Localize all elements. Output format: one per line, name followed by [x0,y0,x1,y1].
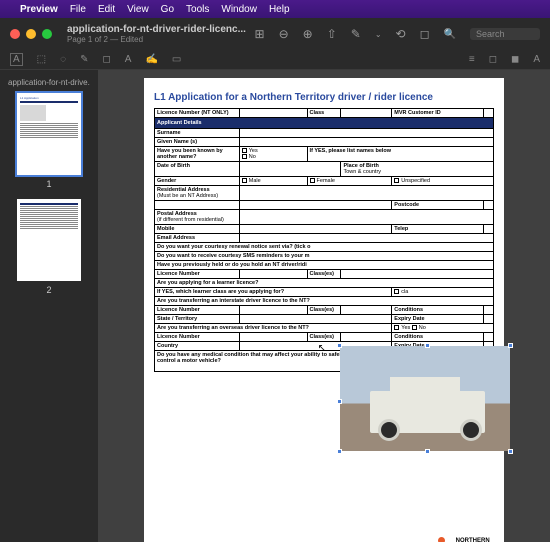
field-class: Class [307,109,341,118]
field-given-name: Given Name (s) [155,138,240,147]
field-gender: Gender [155,177,240,186]
close-button[interactable] [10,29,20,39]
q-interstate: Are you transferring an interstate drive… [155,297,494,306]
pdf-page: L1 Application for a Northern Territory … [144,78,504,542]
menu-tools[interactable]: Tools [186,4,209,15]
shapes-tool-icon[interactable]: ◻ [102,54,110,65]
pen-tool-icon[interactable]: ✎ [80,54,88,65]
menu-help[interactable]: Help [269,4,290,15]
sidebar-tab[interactable]: application-for-nt-drive... [8,78,90,87]
field-licence-number-2: Licence Number [155,270,240,279]
document-viewport[interactable]: L1 Application for a Northern Territory … [98,70,550,542]
view-icon[interactable]: ⊞ [255,27,265,41]
field-telephone: Telep [392,225,484,234]
crop-icon[interactable]: ◻ [420,27,430,41]
field-post-addr: Postal Address(if different from residen… [155,210,240,225]
pasted-car-image[interactable] [340,346,510,451]
section-applicant-details: Applicant Details [155,118,494,129]
window-subtitle: Page 1 of 2 — Edited [67,35,255,44]
field-res-addr: Residential Address(Must be an NT Addres… [155,186,240,201]
q-learner: Are you applying for a learner licence? [155,279,494,288]
stroke-color-icon[interactable]: ◻ [489,54,497,65]
window-title: application-for-nt-driver-rider-licenc..… [67,24,255,35]
thumbnail-page-2[interactable] [17,199,81,281]
search-icon: 🔍 [444,29,456,40]
field-licence-number: Licence Number (NT ONLY) [155,109,240,118]
field-expiry: Expiry Date [392,315,484,324]
menubar: Preview File Edit View Go Tools Window H… [0,0,550,18]
cursor-icon: ↖ [318,343,326,354]
search-input[interactable]: Search [470,28,540,40]
zoom-out-icon[interactable]: ⊖ [279,27,289,41]
field-known-by: Have you been known by another name? [155,147,240,162]
field-email: Email Address [155,234,240,243]
q-learner-class: If YES, which learner class are you appl… [155,288,392,297]
field-mvr: MVR Customer ID [392,109,484,118]
menu-window[interactable]: Window [221,4,257,15]
traffic-lights [10,29,52,39]
field-conditions: Conditions [392,306,484,315]
menu-view[interactable]: View [127,4,149,15]
line-weight-icon[interactable]: ≡ [469,54,475,65]
field-state: State / Territory [155,315,240,324]
titlebar: application-for-nt-driver-rider-licenc..… [0,18,550,50]
q-sms: Do you want to receive courtesy SMS remi… [155,252,494,261]
flower-icon [432,537,452,542]
q-renewal-notice: Do you want your courtesy renewal notice… [155,243,494,252]
rotate-icon[interactable]: ⟲ [396,27,406,41]
chevron-down-icon[interactable]: ⌄ [375,30,382,39]
field-if-yes: If YES, please list names below [307,147,493,162]
nt-gov-logo: NORTHERNTERRITORYGOVERNMENT [432,537,490,542]
markup-toolbar: A ⬚ ◌ ✎ ◻ A ✍ ▭ ≡ ◻ ◼ A [0,50,550,70]
form-title: L1 Application for a Northern Territory … [154,92,494,103]
fill-color-icon[interactable]: ◼ [511,54,519,65]
field-dob: Date of Birth [155,162,240,177]
q-previous-licence: Have you previously held or do you hold … [155,261,494,270]
page-number-2: 2 [8,285,90,295]
q-overseas: Are you transferring an overseas driver … [155,324,392,333]
field-mobile: Mobile [155,225,240,234]
text-tool-icon[interactable]: A [10,53,23,66]
note-tool-icon[interactable]: ▭ [172,54,181,65]
zoom-in-icon[interactable]: ⊕ [303,27,313,41]
menu-edit[interactable]: Edit [98,4,115,15]
lasso-tool-icon[interactable]: ◌ [60,54,66,65]
menu-go[interactable]: Go [161,4,174,15]
text-tool2-icon[interactable]: A [125,54,132,65]
field-postcode: Postcode [392,201,484,210]
font-icon[interactable]: A [533,54,540,65]
select-tool-icon[interactable]: ⬚ [37,54,46,65]
share-icon[interactable]: ⇧ [327,27,337,41]
thumbnail-sidebar: application-for-nt-drive... L1 Applicati… [0,70,98,542]
sign-tool-icon[interactable]: ✍ [145,54,157,65]
page-number-1: 1 [8,179,90,189]
minimize-button[interactable] [26,29,36,39]
markup-icon[interactable]: ✎ [351,27,361,41]
menu-app[interactable]: Preview [20,4,58,15]
maximize-button[interactable] [42,29,52,39]
menu-file[interactable]: File [70,4,86,15]
field-surname: Surname [155,129,240,138]
thumbnail-page-1[interactable]: L1 Application [17,93,81,175]
field-country: Country [155,342,240,351]
